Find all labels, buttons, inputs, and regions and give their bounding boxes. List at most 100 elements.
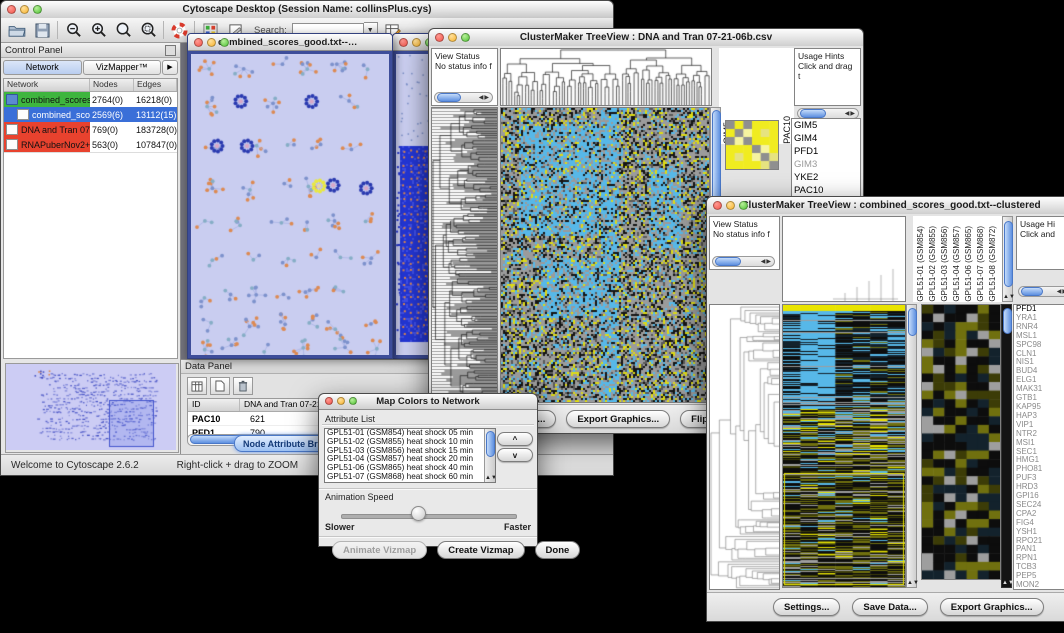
scrollbar-thumb[interactable]: [437, 93, 461, 102]
help-lifesaver-icon[interactable]: [169, 21, 189, 40]
scroll-arrows[interactable]: ▲▼: [907, 580, 916, 587]
network-graph-canvas[interactable]: [191, 54, 389, 358]
treeview1-titlebar[interactable]: ClusterMaker TreeView : DNA and Tran 07-…: [429, 29, 863, 47]
scrollbar-thumb[interactable]: [800, 109, 826, 118]
zoom-out-icon[interactable]: [63, 21, 83, 40]
scrollbar-thumb[interactable]: [908, 308, 917, 336]
dialog-action-button[interactable]: Animate Vizmap: [332, 541, 427, 559]
close-button[interactable]: [325, 397, 333, 405]
scroll-arrows[interactable]: ◀▶: [479, 93, 490, 103]
column-label[interactable]: GPL51-06 (GSM865): [963, 226, 974, 302]
zoom-in-icon[interactable]: [88, 21, 108, 40]
scroll-arrows[interactable]: ▲▼: [485, 475, 495, 482]
zoom-button[interactable]: [33, 5, 42, 14]
move-up-button[interactable]: ^: [497, 432, 533, 446]
row-dendrogram-canvas[interactable]: [710, 305, 779, 589]
main-titlebar[interactable]: Cytoscape Desktop (Session Name: collins…: [1, 1, 613, 19]
column-label[interactable]: GPL51-01 (GSM854): [915, 226, 926, 302]
minimize-button[interactable]: [726, 201, 735, 210]
save-icon[interactable]: [32, 21, 52, 40]
heatmap-vscrollbar[interactable]: ▲▼: [906, 304, 917, 588]
close-button[interactable]: [713, 201, 722, 210]
network-list-row[interactable]: RNAPuberNov2+ 563(0) 107847(0): [4, 137, 177, 152]
minimize-button[interactable]: [207, 38, 216, 47]
gene-label[interactable]: YKE2: [794, 171, 860, 184]
zoom-button[interactable]: [739, 201, 748, 210]
minimize-button[interactable]: [412, 38, 421, 47]
select-attributes-icon[interactable]: [187, 377, 207, 395]
new-attribute-icon[interactable]: [210, 377, 230, 395]
close-button[interactable]: [435, 33, 444, 42]
row-dendrogram-canvas[interactable]: [432, 108, 497, 402]
treeview2-action-button[interactable]: Settings...: [773, 598, 840, 616]
close-button[interactable]: [194, 38, 203, 47]
birdseye-overview-canvas[interactable]: [6, 364, 176, 450]
network-list-row[interactable]: DNA and Tran 07 769(0) 183728(0): [4, 122, 177, 137]
network-overview-panel[interactable]: [5, 363, 179, 453]
control-panel-tab[interactable]: ▶: [162, 60, 178, 75]
column-label[interactable]: GPL51-02 (GSM855): [927, 226, 938, 302]
view-status-scrollbar[interactable]: ◀▶: [434, 92, 493, 103]
gene-label[interactable]: PFD1: [794, 145, 860, 158]
attribute-list-vscrollbar[interactable]: ▲▼: [484, 429, 495, 482]
zoom-selected-icon[interactable]: [138, 21, 158, 40]
column-dendrogram-canvas[interactable]: [501, 49, 711, 105]
treeview2-titlebar[interactable]: ClusterMaker TreeView : combined_scores_…: [707, 197, 1064, 215]
network-list-row[interactable]: combined_sco 2569(6) 13112(15): [4, 107, 177, 122]
column-label[interactable]: GPL51-08 (GSM872): [987, 226, 998, 302]
view-status-scrollbar[interactable]: ◀▶: [712, 256, 775, 267]
scroll-arrows[interactable]: ◀▶: [1057, 288, 1064, 295]
close-button[interactable]: [7, 5, 16, 14]
column-label[interactable]: GPL51-07 (GSM868): [975, 226, 986, 302]
global-heatmap-canvas[interactable]: [501, 108, 709, 402]
gene-label[interactable]: GIM4: [794, 132, 860, 145]
network-table-column-header[interactable]: Network: [4, 79, 90, 91]
column-label[interactable]: GPL51-04 (GSM857): [951, 226, 962, 302]
dialog-action-button[interactable]: Create Vizmap: [437, 541, 524, 559]
scrollbar-thumb[interactable]: [1003, 308, 1012, 334]
delete-attribute-trash-icon[interactable]: [233, 377, 253, 395]
dialog-action-button[interactable]: Done: [535, 541, 581, 559]
column-dendrogram-canvas[interactable]: [783, 217, 905, 301]
control-panel-tab[interactable]: VizMapper™: [83, 60, 162, 75]
scrollbar-thumb[interactable]: [486, 431, 495, 457]
global-heatmap-canvas[interactable]: [783, 305, 905, 587]
column-label[interactable]: GPL51-03 (GSM856): [939, 226, 950, 302]
id-column-header[interactable]: ID: [188, 399, 240, 411]
animation-speed-slider-track[interactable]: [341, 514, 517, 519]
scrollbar-thumb[interactable]: [1021, 287, 1043, 296]
network-table-column-header[interactable]: Nodes: [90, 79, 134, 91]
treeview1-action-button[interactable]: Export Graphics...: [566, 410, 670, 428]
scroll-arrows[interactable]: ▲▼: [1002, 580, 1011, 587]
gene-label[interactable]: GIM3: [794, 158, 860, 171]
close-button[interactable]: [399, 38, 408, 47]
gene-label[interactable]: MON2: [1016, 581, 1064, 590]
treeview2-action-button[interactable]: Export Graphics...: [940, 598, 1044, 616]
move-down-button[interactable]: v: [497, 448, 533, 462]
zoom-button[interactable]: [220, 38, 229, 47]
open-folder-icon[interactable]: [7, 21, 27, 40]
scroll-arrows[interactable]: ▲▼: [1003, 294, 1012, 301]
column-labels-vscrollbar[interactable]: ▲▼: [1002, 216, 1013, 302]
animation-speed-slider-thumb[interactable]: [411, 506, 426, 521]
scroll-arrows[interactable]: ◀▶: [845, 110, 856, 117]
zoom-button[interactable]: [349, 397, 357, 405]
control-panel-tab[interactable]: Network: [3, 60, 82, 75]
dialog-titlebar[interactable]: Map Colors to Network: [319, 394, 537, 410]
network-view-titlebar[interactable]: combined_scores_good.txt--cluste...: [188, 34, 392, 51]
zoom-button[interactable]: [461, 33, 470, 42]
zoom-heatmap-canvas[interactable]: [922, 305, 1000, 579]
usage-hints-scrollbar[interactable]: ◀▶: [1018, 286, 1064, 297]
minimize-button[interactable]: [448, 33, 457, 42]
zoomview-vscrollbar[interactable]: ▲▼: [1001, 304, 1012, 588]
gene-label[interactable]: GIM5: [794, 119, 860, 132]
minimize-button[interactable]: [20, 5, 29, 14]
treeview2-action-button[interactable]: Save Data...: [852, 598, 927, 616]
minimize-button[interactable]: [337, 397, 345, 405]
attribute-list-item[interactable]: GPL51-07 (GSM868) heat shock 60 min: [325, 473, 495, 482]
float-panel-icon[interactable]: [165, 45, 176, 56]
scrollbar-thumb[interactable]: [1004, 221, 1013, 287]
zoom-fit-icon[interactable]: [113, 21, 133, 40]
scrollbar-thumb[interactable]: [715, 257, 741, 266]
zoom-matrix-canvas[interactable]: [726, 121, 778, 169]
